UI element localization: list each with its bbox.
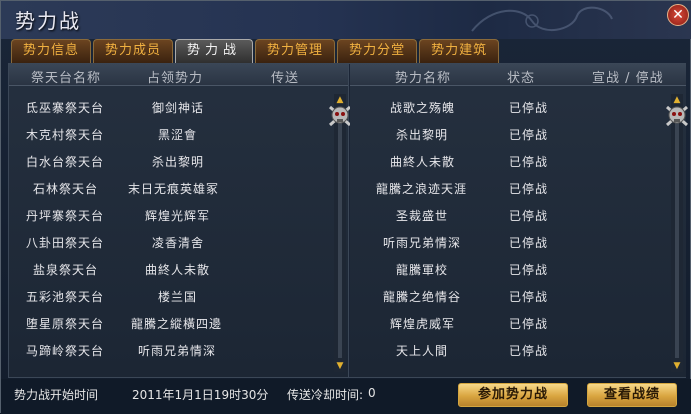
occupying-faction: 末日无痕英雄冢: [128, 182, 220, 196]
faction-name: 听雨兄弟情深: [383, 236, 462, 250]
war-status: 已停战: [509, 209, 549, 223]
occupying-faction: 凌香清舍: [152, 236, 205, 250]
close-icon[interactable]: ✕: [667, 4, 689, 26]
faction-row[interactable]: 天上人間 已停战: [350, 337, 670, 364]
altar-name: 氐巫寨祭天台: [26, 101, 105, 115]
altar-row[interactable]: 五彩池祭天台 楼兰国: [9, 283, 329, 310]
faction-row[interactable]: 圣裁盛世 已停战: [350, 202, 670, 229]
war-status: 已停战: [509, 263, 549, 277]
altar-name: 木克村祭天台: [26, 128, 105, 142]
altar-name: 马蹄岭祭天台: [26, 344, 105, 358]
occupying-faction: 听雨兄弟情深: [138, 344, 217, 358]
faction-row[interactable]: 龍騰之绝情谷 已停战: [350, 283, 670, 310]
faction-status-table: 势力名称 状态 宣战 / 停战 战歌之殇魄 已停战 杀出黎明 已停战 曲終人未散 已停…: [350, 64, 689, 377]
occupying-faction: 御剑神话: [152, 101, 205, 115]
faction-name: 战歌之殇魄: [390, 101, 456, 115]
war-status: 已停战: [509, 101, 549, 115]
altar-row[interactable]: 白水台祭天台 杀出黎明: [9, 148, 329, 175]
col-header-altar-name: 祭天台名称: [31, 71, 102, 86]
cooldown-value: 0: [368, 386, 376, 400]
start-time-value: 2011年1月1日19时30分: [132, 388, 269, 402]
cooldown-label: 传送冷却时间:: [287, 388, 364, 402]
faction-name: 圣裁盛世: [396, 209, 449, 223]
altar-name: 五彩池祭天台: [26, 290, 105, 304]
scroll-track[interactable]: [675, 108, 679, 358]
war-status: 已停战: [509, 317, 549, 331]
war-content-panel: 祭天台名称 占领势力 传送 氐巫寨祭天台 御剑神话 木克村祭天台 黑涩會 白水台祭天…: [8, 63, 689, 378]
altar-name: 八卦田祭天台: [26, 236, 105, 250]
faction-row[interactable]: 战歌之殇魄 已停战: [350, 94, 670, 121]
occupying-faction: 楼兰国: [158, 290, 198, 304]
altar-name: 石林祭天台: [33, 182, 99, 196]
col-header-faction-name: 势力名称: [395, 71, 452, 86]
altar-row[interactable]: 八卦田祭天台 凌香清舍: [9, 229, 329, 256]
col-header-status: 状态: [507, 71, 536, 86]
faction-row[interactable]: 听雨兄弟情深 已停战: [350, 229, 670, 256]
altar-row[interactable]: 氐巫寨祭天台 御剑神话: [9, 94, 329, 121]
skull-scroll-thumb-icon[interactable]: [664, 102, 690, 130]
altar-row[interactable]: 盐泉祭天台 曲終人未散: [9, 256, 329, 283]
col-header-occupying-faction: 占领势力: [147, 71, 204, 86]
view-results-button[interactable]: 查看战绩: [587, 383, 677, 407]
altar-name: 盐泉祭天台: [33, 263, 99, 277]
cloud-swirl-decoration: [471, 6, 613, 32]
war-status: 已停战: [509, 182, 549, 196]
faction-name: 龍騰軍校: [396, 263, 449, 277]
altar-row[interactable]: 堕星原祭天台 龍騰之縱橫四邊: [9, 310, 329, 337]
tab-faction-management[interactable]: 势力管理: [255, 39, 336, 63]
scroll-down-icon[interactable]: ▼: [671, 360, 683, 372]
occupying-faction: 龍騰之縱橫四邊: [131, 317, 223, 331]
altar-table: 祭天台名称 占领势力 传送 氐巫寨祭天台 御剑神话 木克村祭天台 黑涩會 白水台祭天…: [9, 64, 352, 377]
tab-faction-buildings[interactable]: 势力建筑: [419, 39, 500, 63]
war-status: 已停战: [509, 128, 549, 142]
faction-name: 龍騰之绝情谷: [383, 290, 462, 304]
faction-war-window: 势力战 ✕ 势力信息 势力成员 势力战 势力管理 势力分堂 势力建筑 祭天台名称…: [0, 0, 691, 414]
footer-bar: 势力战开始时间 2011年1月1日19时30分 传送冷却时间: 0 参加势力战 …: [1, 379, 691, 414]
tab-faction-war[interactable]: 势力战: [175, 39, 254, 63]
faction-name: 杀出黎明: [396, 128, 449, 142]
altar-scrollbar[interactable]: ▲ ▼: [334, 94, 346, 372]
war-status: 已停战: [509, 290, 549, 304]
tab-faction-branches[interactable]: 势力分堂: [337, 39, 418, 63]
war-status: 已停战: [509, 236, 549, 250]
altar-name: 白水台祭天台: [26, 155, 105, 169]
occupying-faction: 辉煌光辉军: [145, 209, 211, 223]
col-header-declare-truce: 宣战 / 停战: [592, 71, 664, 86]
altar-row[interactable]: 丹坪寨祭天台 辉煌光辉军: [9, 202, 329, 229]
occupying-faction: 黑涩會: [158, 128, 198, 142]
start-time-label: 势力战开始时间: [14, 388, 99, 402]
faction-name: 曲終人未散: [390, 155, 456, 169]
faction-row[interactable]: 龍騰之浪迹天涯 已停战: [350, 175, 670, 202]
war-status: 已停战: [509, 155, 549, 169]
faction-name: 龍騰之浪迹天涯: [376, 182, 468, 196]
faction-name: 辉煌虎威军: [390, 317, 456, 331]
scroll-down-icon[interactable]: ▼: [334, 360, 346, 372]
altar-table-header: 祭天台名称 占领势力 传送: [9, 64, 348, 86]
tab-faction-info[interactable]: 势力信息: [11, 39, 92, 63]
faction-name: 天上人間: [396, 344, 449, 358]
faction-row[interactable]: 杀出黎明 已停战: [350, 121, 670, 148]
altar-row[interactable]: 木克村祭天台 黑涩會: [9, 121, 329, 148]
altar-row[interactable]: 石林祭天台 末日无痕英雄冢: [9, 175, 329, 202]
altar-row[interactable]: 马蹄岭祭天台 听雨兄弟情深: [9, 337, 329, 364]
altar-name: 堕星原祭天台: [26, 317, 105, 331]
scroll-track[interactable]: [338, 108, 342, 358]
col-header-teleport: 传送: [271, 71, 300, 86]
faction-scrollbar[interactable]: ▲ ▼: [671, 94, 683, 372]
tab-faction-members[interactable]: 势力成员: [93, 39, 174, 63]
faction-row[interactable]: 辉煌虎威军 已停战: [350, 310, 670, 337]
faction-table-header: 势力名称 状态 宣战 / 停战: [350, 64, 686, 86]
title-bar: 势力战 ✕: [1, 1, 691, 39]
tab-bar: 势力信息 势力成员 势力战 势力管理 势力分堂 势力建筑: [11, 39, 500, 63]
tab-faction-war-label: 势力战: [187, 43, 242, 58]
faction-row[interactable]: 曲終人未散 已停战: [350, 148, 670, 175]
occupying-faction: 杀出黎明: [152, 155, 205, 169]
occupying-faction: 曲終人未散: [145, 263, 211, 277]
war-status: 已停战: [509, 344, 549, 358]
join-war-button[interactable]: 参加势力战: [458, 383, 568, 407]
window-title: 势力战: [15, 9, 81, 33]
altar-name: 丹坪寨祭天台: [26, 209, 105, 223]
faction-row[interactable]: 龍騰軍校 已停战: [350, 256, 670, 283]
